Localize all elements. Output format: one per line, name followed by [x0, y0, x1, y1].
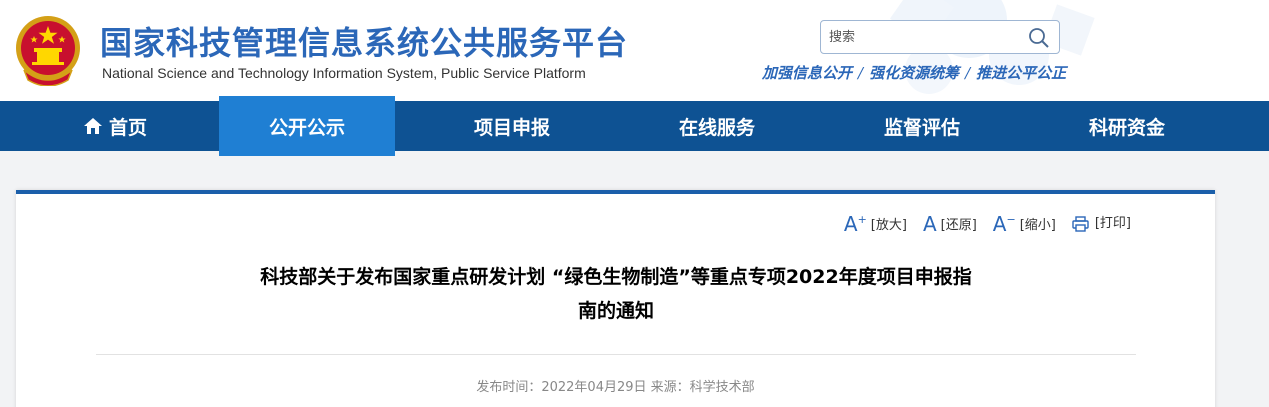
- article-tools: A+ [放大] A [还原] A− [缩小] [打印]: [828, 214, 1131, 234]
- nav-item-public-notice[interactable]: 公开公示: [219, 96, 395, 156]
- divider: [96, 354, 1136, 355]
- slogan-part-1: 加强信息公开: [762, 64, 853, 82]
- print-label: [打印]: [1094, 216, 1131, 231]
- print-button[interactable]: [打印]: [1072, 216, 1131, 232]
- nav-item-label: 公开公示: [268, 116, 345, 139]
- shrink-font-label: [缩小]: [1019, 218, 1056, 233]
- article-title-line-1: 科技部关于发布国家重点研发计划 “绿色生物制造”等重点专项2022年度项目申报指: [260, 266, 972, 288]
- nav-item-research-funds[interactable]: 科研资金: [1037, 101, 1217, 151]
- reset-font-button[interactable]: A [还原]: [923, 214, 977, 234]
- search-input[interactable]: [829, 26, 1019, 48]
- article-meta: 发布时间：2022年04月29日 来源：科学技术部: [476, 380, 755, 395]
- slogan-part-2: 强化资源统筹: [869, 64, 960, 82]
- slogan-separator: /: [858, 64, 864, 82]
- reset-font-icon: A: [922, 212, 937, 236]
- site-title: 国家科技管理信息系统公共服务平台: [100, 24, 629, 62]
- nav-item-label: 在线服务: [678, 116, 755, 139]
- slogan-part-3: 推进公平公正: [976, 64, 1067, 82]
- site-subtitle-en: National Science and Technology Informat…: [102, 65, 586, 81]
- article-card: A+ [放大] A [还原] A− [缩小] [打印] 科技部关于发布国家重点研…: [16, 190, 1215, 407]
- nav-item-project-application[interactable]: 项目申报: [422, 101, 602, 151]
- site-header: 国家科技管理信息系统公共服务平台 National Science and Te…: [0, 0, 1269, 101]
- enlarge-font-button[interactable]: A+ [放大]: [844, 214, 907, 234]
- nav-item-home[interactable]: 首页: [25, 101, 205, 151]
- shrink-font-button[interactable]: A− [缩小]: [993, 214, 1056, 234]
- print-icon: [1072, 216, 1089, 232]
- nav-item-supervision[interactable]: 监督评估: [832, 101, 1012, 151]
- main-nav: 首页 公开公示 项目申报 在线服务 监督评估 科研资金: [0, 96, 1269, 156]
- shrink-font-icon: A−: [992, 212, 1016, 236]
- article-title: 科技部关于发布国家重点研发计划 “绿色生物制造”等重点专项2022年度项目申报指…: [176, 260, 1056, 328]
- home-icon: [83, 118, 102, 134]
- nav-item-online-service[interactable]: 在线服务: [627, 101, 807, 151]
- nav-item-label: 首页: [108, 116, 147, 139]
- slogan: 加强信息公开 / 强化资源统筹 / 推进公平公正: [762, 62, 1066, 83]
- enlarge-font-icon: A+: [843, 212, 867, 236]
- nav-item-label: 科研资金: [1088, 116, 1165, 139]
- search-icon[interactable]: [1027, 26, 1051, 50]
- search-box: [820, 20, 1060, 54]
- article-title-line-2: 南的通知: [577, 300, 654, 322]
- reset-font-label: [还原]: [940, 218, 977, 233]
- slogan-separator: /: [965, 64, 971, 82]
- enlarge-font-label: [放大]: [870, 218, 907, 233]
- nav-item-label: 监督评估: [883, 116, 960, 139]
- national-emblem-icon: [16, 16, 80, 86]
- nav-item-label: 项目申报: [473, 116, 550, 139]
